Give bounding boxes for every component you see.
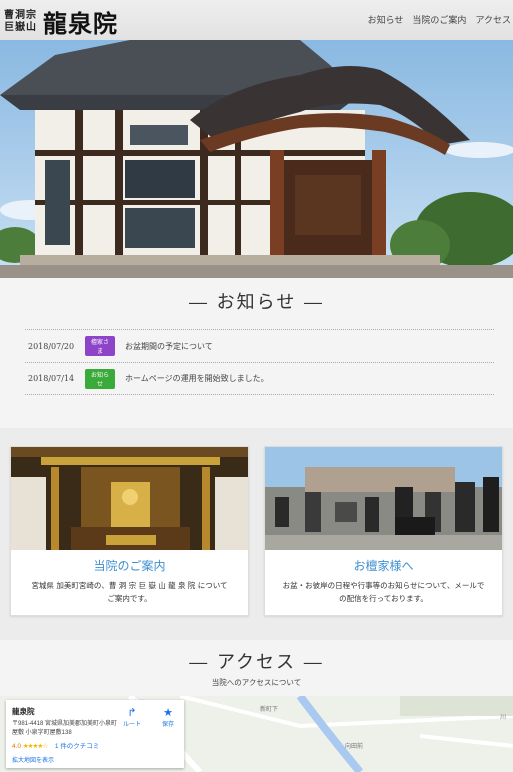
notice-title[interactable]: ホームページの運用を開始致しました。 xyxy=(125,373,269,384)
notice-badge: 檀家さま xyxy=(85,336,115,356)
notice-badge: お知らせ xyxy=(85,368,115,389)
card-temple-guide[interactable]: 当院のご案内 宮城県 加美町宮崎の、曹 洞 宗 巨 嶽 山 龍 泉 院 について… xyxy=(10,446,249,616)
notice-list: 2018/07/20 檀家さま お盆期間の予定について 2018/07/14 お… xyxy=(25,329,494,395)
save-label: 保存 xyxy=(161,722,174,728)
reviews-link[interactable]: 1 件のクチコミ xyxy=(55,743,99,750)
site-logo[interactable]: 曹洞宗 巨嶽山 龍泉院 xyxy=(4,4,118,39)
route-button[interactable]: ↱ ルート xyxy=(116,706,148,728)
directions-icon: ↱ xyxy=(127,707,137,719)
route-label: ルート xyxy=(122,722,141,728)
map-label: 川 xyxy=(500,715,507,721)
rating-stars: ★★★★☆ xyxy=(22,743,48,750)
card-title[interactable]: お檀家様へ xyxy=(265,557,502,574)
logo-subtitle: 曹洞宗 巨嶽山 xyxy=(4,10,37,34)
notice-date: 2018/07/20 xyxy=(28,341,75,351)
card-body: 宮城県 加美町宮崎の、曹 洞 宗 巨 嶽 山 龍 泉 院 について ご案内です。 xyxy=(11,579,248,605)
enlarge-map-link[interactable]: 拡大地図を表示 xyxy=(12,755,54,764)
access-subtitle: 当院へのアクセスについて xyxy=(211,678,302,687)
card-body: お盆・お彼岸の日程や行事等のお知らせについて、メールで の配信を行っております。 xyxy=(265,579,502,605)
save-button[interactable]: ★ 保存 xyxy=(152,706,184,728)
notice-item[interactable]: 2018/07/14 お知らせ ホームページの運用を開始致しました。 xyxy=(25,362,494,395)
nav-access[interactable]: アクセス xyxy=(475,13,511,26)
rating-value: 4.0 xyxy=(12,743,22,750)
place-address: 〒981-4418 宮城県加美郡加美町小泉町屋敷 小泉字町屋敷138 xyxy=(12,721,118,736)
cemetery-image xyxy=(265,447,502,550)
access-title: ― アクセス ― xyxy=(189,652,324,673)
star-icon: ★ xyxy=(163,707,173,719)
map-label: 向田前 xyxy=(345,744,364,750)
main-nav: お知らせ 当院のご案内 アクセス xyxy=(368,13,511,26)
notice-date: 2018/07/14 xyxy=(28,374,75,383)
place-name: 龍泉院 xyxy=(12,707,35,716)
card-body-line: 宮城県 加美町宮崎の、曹 洞 宗 巨 嶽 山 龍 泉 院 について xyxy=(31,581,228,590)
temple-photo xyxy=(0,0,513,278)
nav-about[interactable]: 当院のご案内 xyxy=(412,13,466,26)
notice-item[interactable]: 2018/07/20 檀家さま お盆期間の予定について xyxy=(25,329,494,362)
card-body-line: ご案内です。 xyxy=(107,594,152,603)
notice-title[interactable]: お盆期間の予定について xyxy=(125,341,213,352)
map-label: 新町下 xyxy=(260,707,279,713)
place-rating: 4.0 ★★★★☆ 1 件のクチコミ xyxy=(12,740,99,750)
card-body-line: の配信を行っております。 xyxy=(339,594,428,603)
card-title[interactable]: 当院のご案内 xyxy=(11,557,248,574)
logo-temple-name: 龍泉院 xyxy=(43,9,118,38)
site-header: 曹洞宗 巨嶽山 龍泉院 お知らせ 当院のご案内 アクセス xyxy=(0,0,513,40)
nav-news[interactable]: お知らせ xyxy=(368,13,404,26)
notices-title: ― お知らせ ― xyxy=(188,292,325,313)
card-body-line: お盆・お彼岸の日程や行事等のお知らせについて、メールで xyxy=(282,581,485,590)
logo-mountain: 巨嶽山 xyxy=(4,21,37,33)
altar-image xyxy=(11,447,248,550)
logo-sect: 曹洞宗 xyxy=(4,9,37,21)
card-parishioners[interactable]: お檀家様へ お盆・お彼岸の日程や行事等のお知らせについて、メールで の配信を行っ… xyxy=(264,446,503,616)
hero-image xyxy=(0,0,513,278)
map-place-card: 龍泉院 〒981-4418 宮城県加美郡加美町小泉町屋敷 小泉字町屋敷138 4… xyxy=(6,700,184,768)
